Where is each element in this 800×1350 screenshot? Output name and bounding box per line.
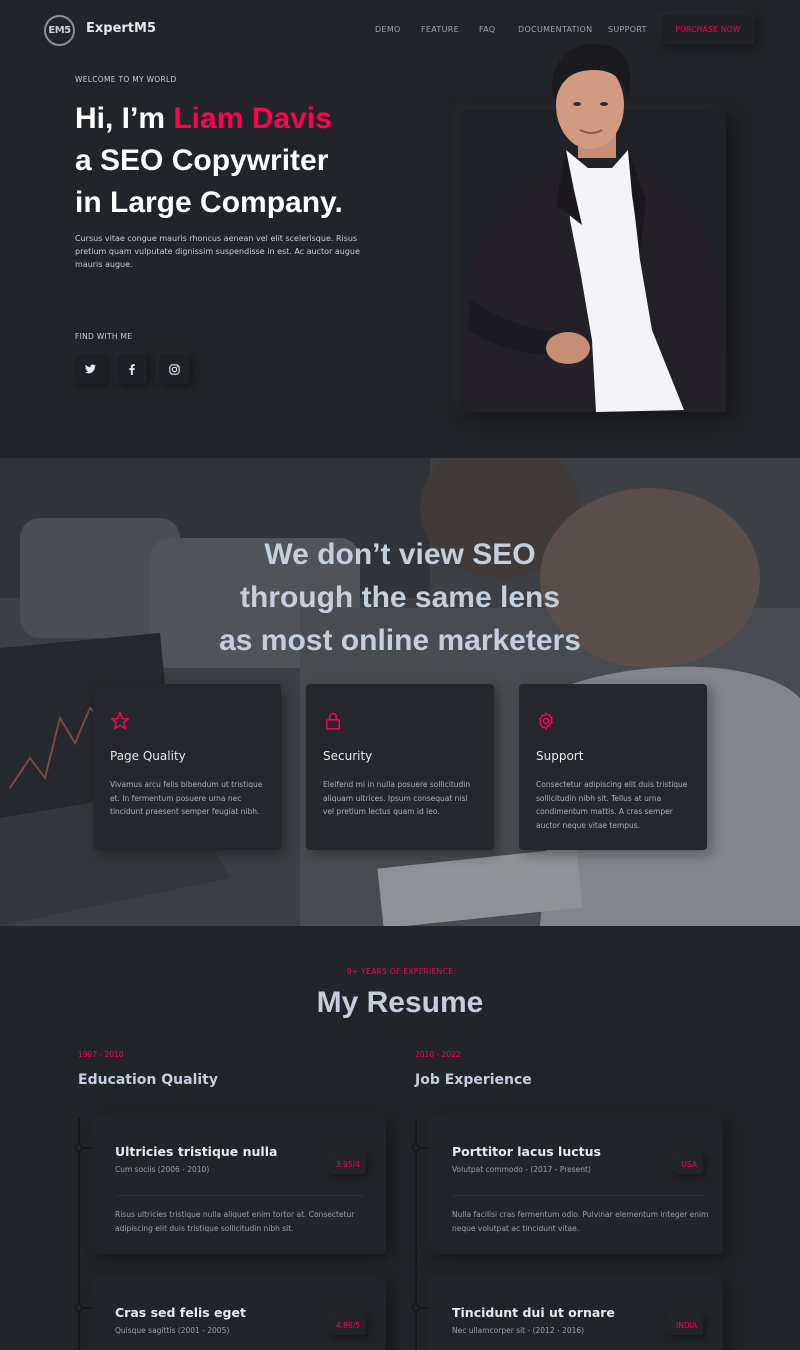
resume-item-title: Ultricies tristique nulla (115, 1144, 278, 1159)
feature-card-text: Consectetur adipiscing elit duis tristiq… (536, 780, 688, 830)
resume-item-subtitle: Quisque sagittis (2001 - 2005) (115, 1326, 230, 1335)
lock-icon (326, 712, 340, 730)
timeline-connector (83, 1147, 97, 1149)
instagram-icon (168, 363, 180, 375)
grade-badge: 3.95/4 (330, 1154, 366, 1174)
timeline-connector (420, 1147, 434, 1149)
nav-item-documentation[interactable]: DOCUMENTATION (518, 25, 592, 34)
feature-card-title: Support (536, 749, 584, 763)
resume-item-subtitle: Cum sociis (2006 - 2010) (115, 1165, 210, 1174)
seo-heading-line-1: We don’t view SEO (264, 538, 536, 571)
card-divider (115, 1195, 365, 1196)
education-timeline (78, 1118, 80, 1350)
purchase-now-button[interactable]: PURCHASE NOW (661, 15, 755, 44)
logo[interactable]: EM5 (44, 15, 75, 46)
facebook-button[interactable] (117, 354, 147, 384)
hero-title: Hi, I’m Liam Davis a SEO Copywriter in L… (75, 98, 343, 224)
feature-card-text: Vivamus arcu felis bibendum ut tristique… (110, 780, 263, 816)
gear-icon (539, 712, 553, 730)
hero-name: Liam Davis (173, 102, 332, 135)
timeline-connector (83, 1307, 97, 1309)
education-card[interactable]: Cras sed felis eget Quisque sagittis (20… (96, 1281, 386, 1350)
job-card[interactable]: Tincidunt dui ut ornare Nec ullamcorper … (433, 1281, 723, 1350)
twitter-button[interactable] (75, 354, 105, 384)
resume-item-title: Cras sed felis eget (115, 1305, 246, 1320)
resume-item-description: Risus ultricies tristique nulla aliquet … (115, 1210, 355, 1233)
feature-card-title: Page Quality (110, 749, 186, 763)
feature-card-support[interactable]: Support Consectetur adipiscing elit duis… (519, 684, 707, 850)
timeline-connector (420, 1307, 434, 1309)
nav-item-support[interactable]: SUPPORT (608, 25, 647, 34)
timeline-dot (74, 1143, 83, 1152)
experience-eyebrow: 9+ YEARS OF EXPERIENCE (346, 967, 454, 976)
seo-heading: We don’t view SEO through the same lens … (0, 533, 800, 662)
resume-item-title: Porttitor lacus luctus (452, 1144, 601, 1159)
hero-description: Cursus vitae congue mauris rhoncus aenea… (75, 234, 360, 269)
education-title: Education Quality (78, 1072, 218, 1088)
seo-heading-line-3: as most online marketers (219, 624, 581, 657)
education-card[interactable]: Ultricies tristique nulla Cum sociis (20… (96, 1120, 386, 1254)
nav-item-faq[interactable]: FAQ (479, 25, 495, 34)
facebook-icon (129, 363, 135, 375)
education-period: 1997 - 2010 (78, 1050, 124, 1059)
feature-card-security[interactable]: Security Eleifend mi in nulla posuere so… (306, 684, 494, 850)
resume-item-subtitle: Volutpat commodo - (2017 - Present) (452, 1165, 591, 1174)
nav-item-feature[interactable]: FEATURE (421, 25, 459, 34)
twitter-icon (84, 364, 96, 374)
feature-card-text: Eleifend mi in nulla posuere sollicitudi… (323, 780, 471, 816)
feature-card-page-quality[interactable]: Page Quality Vivamus arcu felis bibendum… (93, 684, 281, 850)
job-timeline (415, 1118, 417, 1350)
job-period: 2010 - 2022 (415, 1050, 461, 1059)
location-badge: USA (675, 1154, 703, 1174)
job-title: Job Experience (415, 1072, 532, 1088)
seo-heading-line-2: through the same lens (239, 581, 561, 614)
job-card[interactable]: Porttitor lacus luctus Volutpat commodo … (433, 1120, 723, 1254)
hero-greeting: Hi, I’m (75, 102, 174, 135)
find-with-me-label: FIND WITH ME (75, 332, 133, 341)
hero-line-3: in Large Company. (75, 186, 343, 219)
timeline-dot (411, 1143, 420, 1152)
welcome-label: WELCOME TO MY WORLD (75, 75, 177, 84)
timeline-dot (74, 1303, 83, 1312)
instagram-button[interactable] (159, 354, 189, 384)
top-navigation: EM5 ExpertM5 DEMO FEATURE FAQ DOCUMENTAT… (0, 0, 800, 62)
star-icon (110, 711, 130, 730)
resume-title: My Resume (316, 986, 484, 1019)
feature-card-title: Security (323, 749, 373, 763)
hero-line-2: a SEO Copywriter (75, 144, 329, 177)
card-divider (452, 1195, 702, 1196)
resume-item-subtitle: Nec ullamcorper sit - (2012 - 2016) (452, 1326, 585, 1335)
resume-item-title: Tincidunt dui ut ornare (452, 1305, 615, 1320)
location-badge: INDIA (670, 1315, 703, 1335)
timeline-dot (411, 1303, 420, 1312)
nav-item-demo[interactable]: DEMO (375, 25, 401, 34)
portrait-frame (460, 110, 726, 412)
grade-badge: 4.86/5 (330, 1315, 366, 1335)
resume-item-description: Nulla facilisi cras fermentum odio. Pulv… (452, 1210, 709, 1233)
brand-name[interactable]: ExpertM5 (86, 21, 156, 36)
